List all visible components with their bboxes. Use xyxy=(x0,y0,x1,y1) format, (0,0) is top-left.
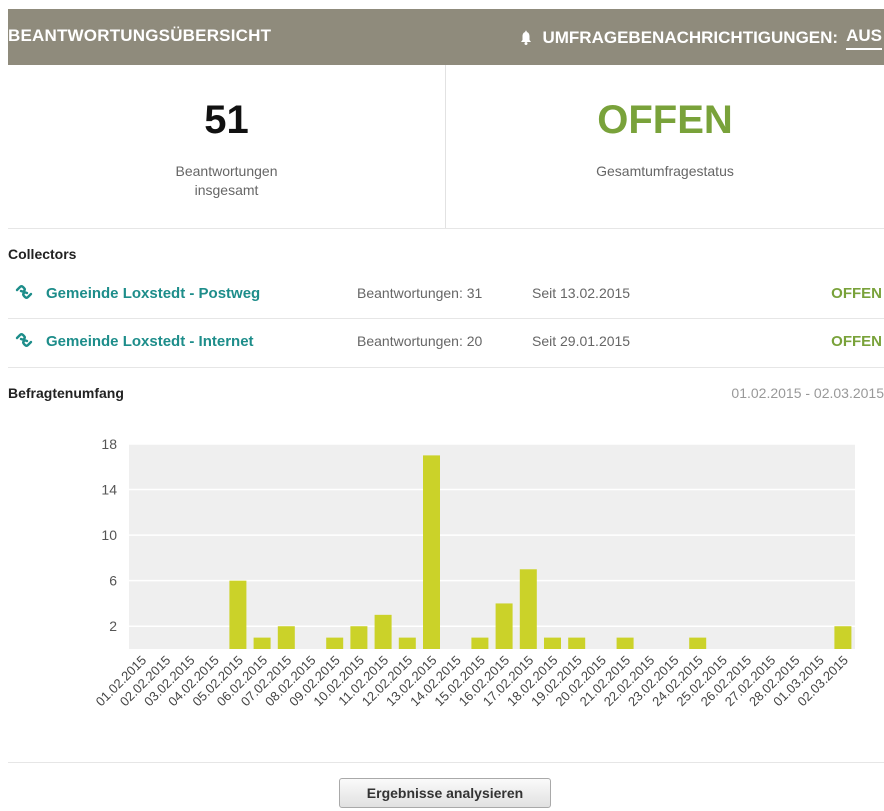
divider xyxy=(8,318,884,319)
bar[interactable] xyxy=(689,637,707,649)
total-responses-label: Beantwortungen insgesamt xyxy=(8,162,445,200)
bar[interactable] xyxy=(834,626,852,649)
collector-since: Seit 29.01.2015 xyxy=(532,333,631,349)
bar[interactable] xyxy=(568,637,586,649)
collector-status: OFFEN xyxy=(831,285,882,302)
bar[interactable] xyxy=(350,626,368,649)
notifications-toggle[interactable]: AUS xyxy=(846,26,882,50)
bar[interactable] xyxy=(229,580,247,649)
bar[interactable] xyxy=(519,569,537,649)
divider xyxy=(8,762,884,763)
bar[interactable] xyxy=(253,637,271,649)
collector-since: Seit 13.02.2015 xyxy=(532,285,631,301)
bell-icon xyxy=(521,30,532,45)
bar[interactable] xyxy=(398,637,416,649)
y-tick-label: 2 xyxy=(109,618,117,634)
collector-row: Gemeinde Loxstedt - Internet Beantwortun… xyxy=(8,331,884,353)
survey-status-label: Gesamtumfragestatus xyxy=(596,163,734,179)
analyze-results-button[interactable]: Ergebnisse analysieren xyxy=(339,778,551,808)
total-responses-label-line1: Beantwortungen xyxy=(175,163,278,179)
collectors-title: Collectors xyxy=(8,246,77,262)
bar[interactable] xyxy=(326,637,344,649)
link-icon xyxy=(15,285,33,299)
bar[interactable] xyxy=(277,626,295,649)
total-responses-card: 51 Beantwortungen insgesamt xyxy=(8,65,445,200)
survey-status-value: OFFEN xyxy=(597,98,733,142)
respondent-volume-title: Befragtenumfang xyxy=(8,385,124,401)
bar[interactable] xyxy=(374,614,392,649)
y-tick-label: 14 xyxy=(101,482,117,498)
responses-bar-chart: 2610141801.02.201502.02.201503.02.201504… xyxy=(93,436,855,709)
collector-responses: Beantwortungen: 31 xyxy=(357,285,483,301)
bar[interactable] xyxy=(471,637,489,649)
bar[interactable] xyxy=(616,637,634,649)
y-tick-label: 18 xyxy=(101,436,117,452)
y-tick-label: 10 xyxy=(101,527,117,543)
notifications-label: UMFRAGEBENACHRICHTIGUNGEN: xyxy=(542,28,839,47)
divider xyxy=(8,228,884,229)
survey-status-card: OFFEN Gesamtumfragestatus xyxy=(446,65,884,181)
collector-name-link[interactable]: Gemeinde Loxstedt - Internet xyxy=(46,333,254,350)
total-responses-label-line2: insgesamt xyxy=(194,182,259,198)
bar[interactable] xyxy=(423,455,440,649)
summary-title: BEANTWORTUNGSÜBERSICHT xyxy=(8,26,272,45)
stats-panel: 51 Beantwortungen insgesamt OFFEN Gesamt… xyxy=(8,65,884,228)
link-icon xyxy=(15,333,33,347)
summary-header: BEANTWORTUNGSÜBERSICHT UMFRAGEBENACHRICH… xyxy=(8,9,884,65)
collector-responses: Beantwortungen: 20 xyxy=(357,333,483,349)
total-responses-value: 51 xyxy=(204,98,249,142)
bar[interactable] xyxy=(544,637,561,649)
date-range: 01.02.2015 - 02.03.2015 xyxy=(731,385,884,401)
survey-notifications: UMFRAGEBENACHRICHTIGUNGEN: AUS xyxy=(518,26,882,50)
collector-name-link[interactable]: Gemeinde Loxstedt - Postweg xyxy=(46,285,260,302)
bar[interactable] xyxy=(495,603,513,649)
collector-status: OFFEN xyxy=(831,333,882,350)
y-tick-label: 6 xyxy=(109,573,117,589)
divider xyxy=(8,367,884,368)
collector-row: Gemeinde Loxstedt - Postweg Beantwortung… xyxy=(8,283,884,305)
